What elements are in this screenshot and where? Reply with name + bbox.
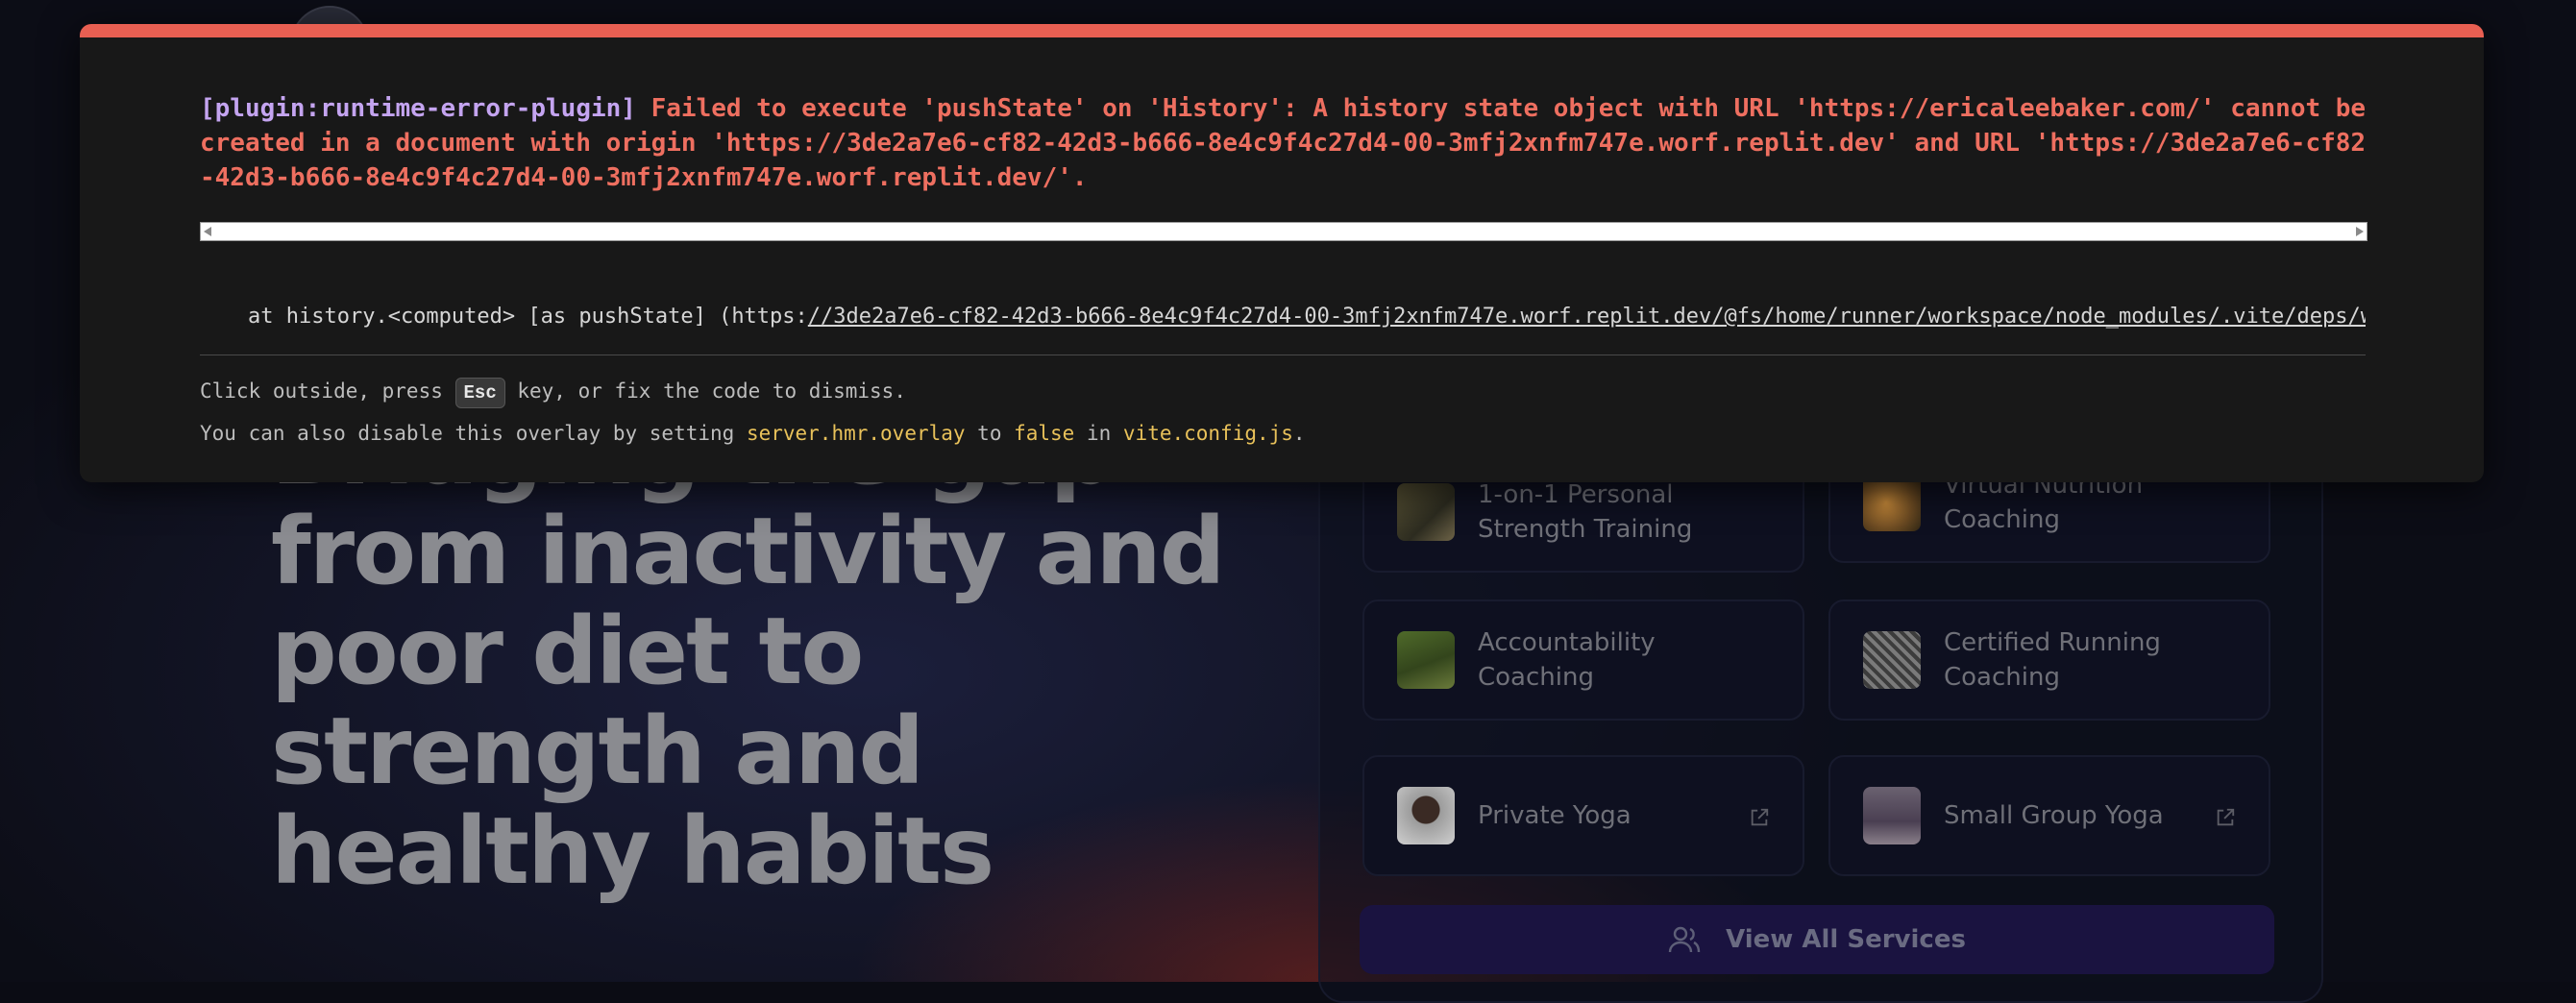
scroll-right-arrow-icon[interactable] — [2356, 227, 2364, 236]
service-label: Accountability Coaching — [1478, 628, 1656, 692]
dismiss-tip: Click outside, press Esc key, or fix the… — [200, 376, 2366, 408]
error-overlay: [plugin:runtime-error-plugin] Failed to … — [80, 24, 2484, 482]
error-stack-trace: at history.<computed> [as pushState] (ht… — [200, 301, 2366, 339]
disable-overlay-tip: You can also disable this overlay by set… — [200, 418, 2366, 449]
service-card-private-yoga[interactable]: Private Yoga — [1362, 755, 1804, 876]
strength-training-photo-icon — [1397, 483, 1455, 541]
error-message: [plugin:runtime-error-plugin] Failed to … — [200, 91, 2371, 195]
tip-text: key, or fix the code to dismiss. — [504, 379, 906, 403]
yoga-class-photo-icon — [1863, 787, 1921, 844]
service-label: Private Yoga — [1478, 801, 1631, 830]
error-plugin-name: [plugin:runtime-error-plugin] — [200, 94, 636, 123]
yoga-portrait-photo-icon — [1397, 787, 1455, 844]
view-all-services-button[interactable]: View All Services — [1360, 905, 2274, 974]
service-card-small-group-yoga[interactable]: Small Group Yoga — [1828, 755, 2270, 876]
scroll-left-arrow-icon[interactable] — [204, 227, 211, 236]
service-card-accountability[interactable]: Accountability Coaching — [1362, 599, 1804, 721]
service-card-running[interactable]: Certified Running Coaching — [1828, 599, 2270, 721]
tip-text: Click outside, press — [200, 379, 455, 403]
esc-key-badge: Esc — [454, 378, 505, 408]
service-label: Certified Running Coaching — [1944, 628, 2161, 692]
stack-frame-prefix: at history.<computed> [as pushState] (ht… — [248, 305, 808, 329]
tip-text: You can also disable this overlay by set… — [200, 422, 747, 445]
stack-frame-file-link[interactable]: //3de2a7e6-cf82-42d3-b666-8e4c9f4c27d4-0… — [808, 305, 2366, 329]
tip-text: . — [1292, 422, 1306, 445]
horizontal-scrollbar[interactable] — [200, 222, 2367, 241]
nutrition-food-photo-icon — [1863, 474, 1921, 531]
outdoor-group-photo-icon — [1397, 631, 1455, 689]
config-setting-name: server.hmr.overlay — [746, 422, 966, 445]
race-crowd-photo-icon — [1863, 631, 1921, 689]
tip-text: to — [965, 422, 1015, 445]
service-label: 1-on-1 Personal Strength Training — [1478, 480, 1693, 544]
config-file-name: vite.config.js — [1122, 422, 1293, 445]
view-all-services-label: View All Services — [1726, 925, 1966, 954]
external-link-icon[interactable] — [2215, 807, 2236, 828]
users-icon — [1668, 926, 1701, 953]
external-link-icon[interactable] — [1749, 807, 1770, 828]
service-label: Small Group Yoga — [1944, 801, 2164, 830]
config-setting-value: false — [1014, 422, 1075, 445]
tip-text: in — [1074, 422, 1123, 445]
